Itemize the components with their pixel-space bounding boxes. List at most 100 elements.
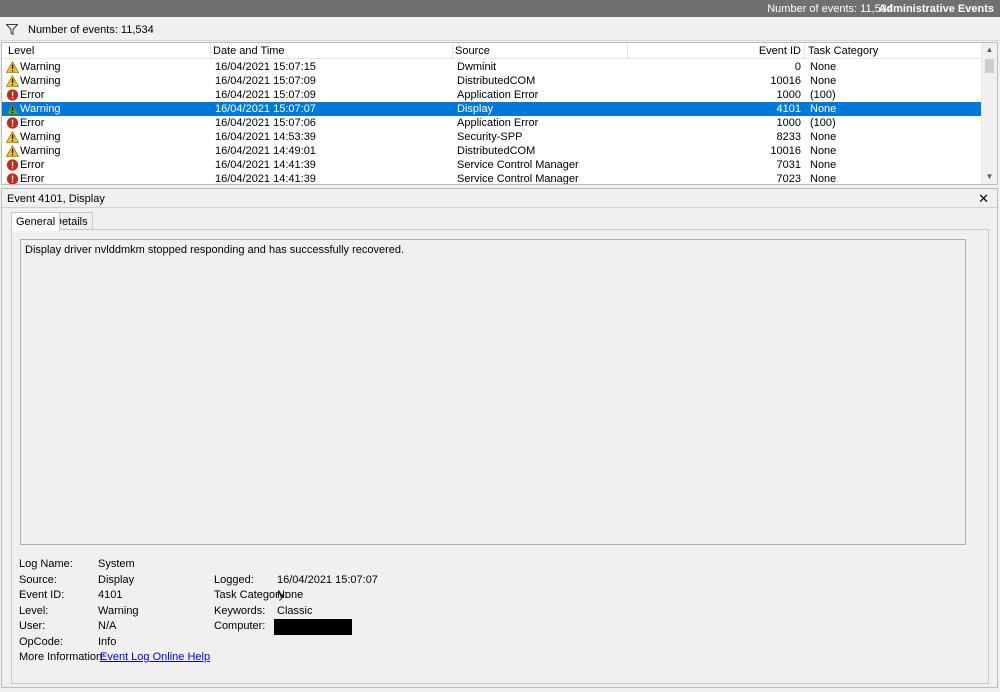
cell-level: Warning [20, 103, 61, 115]
event-detail-pane: Event 4101, Display ✕ General Details Di… [1, 188, 998, 688]
cell-task-category: (100) [810, 117, 836, 129]
table-row[interactable]: Error 16/04/2021 15:07:09 Application Erro… [2, 88, 983, 102]
column-divider[interactable] [627, 43, 628, 59]
tab-general[interactable]: General [11, 212, 61, 231]
cell-task-category: None [810, 103, 837, 115]
table-row[interactable]: Error 16/04/2021 14:41:39 Service Control … [2, 158, 983, 172]
column-divider[interactable] [210, 43, 211, 59]
cell-date: 16/04/2021 14:41:39 [215, 173, 316, 185]
table-row[interactable]: Warning 16/04/2021 14:53:39 Security-SPP 82… [2, 130, 983, 144]
redacted-computer-name [274, 619, 352, 635]
funnel-icon[interactable] [6, 24, 18, 35]
value-event-id: 4101 [98, 589, 123, 601]
cell-event-id: 0 [794, 61, 801, 73]
cell-task-category: (100) [810, 89, 836, 101]
filter-event-count: Number of events: 11,534 [28, 24, 154, 36]
cell-event-id: 10016 [770, 75, 801, 87]
scroll-thumb[interactable] [985, 59, 994, 73]
cell-source: DistributedCOM [457, 75, 536, 87]
cell-source: Service Control Manager [457, 159, 579, 171]
cell-level: Warning [20, 145, 61, 157]
table-row[interactable]: Warning 16/04/2021 15:07:09 DistributedCOM… [2, 74, 983, 88]
value-user: N/A [98, 620, 117, 632]
title-event-count: Number of events: 11,534 [767, 3, 893, 15]
value-log-name: System [98, 558, 135, 570]
events-grid[interactable]: Level Date and Time Source Event ID Task… [1, 42, 998, 185]
cell-level: Error [20, 159, 45, 171]
cell-event-id: 8233 [776, 131, 801, 143]
scroll-up-icon[interactable]: ▲ [982, 43, 997, 57]
cell-source: DistributedCOM [457, 145, 536, 157]
value-level: Warning [98, 605, 139, 617]
cell-level: Error [20, 173, 45, 185]
label-log-name: Log Name: [19, 558, 73, 570]
column-header-source[interactable]: Source [455, 45, 490, 59]
error-icon [6, 89, 19, 101]
table-row[interactable]: Warning 16/04/2021 15:07:15 Dwminit 0 None [2, 60, 983, 74]
cell-date: 16/04/2021 14:49:01 [215, 145, 316, 157]
grid-vertical-scrollbar[interactable]: ▲ ▼ [981, 43, 997, 184]
filter-bar: Number of events: 11,534 [0, 19, 1000, 41]
cell-date: 16/04/2021 14:53:39 [215, 131, 316, 143]
cell-task-category: None [810, 145, 837, 157]
cell-level: Warning [20, 75, 61, 87]
cell-task-category: None [810, 159, 837, 171]
cell-event-id: 7031 [776, 159, 801, 171]
cell-date: 16/04/2021 15:07:06 [215, 117, 316, 129]
warning-icon [6, 103, 19, 115]
column-divider[interactable] [804, 43, 805, 59]
close-icon[interactable]: ✕ [978, 191, 989, 207]
general-tab-panel: Display driver nvlddmkm stopped respondi… [11, 229, 989, 684]
cell-source: Application Error [457, 89, 539, 101]
table-row[interactable]: Error 16/04/2021 15:07:06 Application Erro… [2, 116, 983, 130]
label-more-info: More Information: [19, 651, 106, 663]
column-header-task-category[interactable]: Task Category [808, 45, 878, 59]
error-icon [6, 173, 19, 184]
cell-event-id: 4101 [776, 103, 801, 115]
cell-source: Service Control Manager [457, 173, 579, 185]
warning-icon [6, 145, 19, 157]
table-row[interactable]: Warning 16/04/2021 14:49:01 DistributedCOM… [2, 144, 983, 158]
error-icon [6, 117, 19, 129]
value-task-category: None [277, 589, 304, 601]
event-message-box[interactable]: Display driver nvlddmkm stopped respondi… [20, 239, 966, 545]
value-source: Display [98, 574, 135, 586]
detail-header: Event 4101, Display ✕ [2, 189, 997, 208]
value-opcode: Info [98, 636, 117, 648]
view-name: Administrative Events [878, 3, 994, 15]
column-header-date[interactable]: Date and Time [213, 45, 285, 59]
cell-task-category: None [810, 131, 837, 143]
table-row[interactable]: Warning 16/04/2021 15:07:07 Display 4101 Non… [2, 102, 983, 116]
cell-source: Dwminit [457, 61, 497, 73]
table-row[interactable]: Error 16/04/2021 14:41:39 Service Control … [2, 172, 983, 185]
cell-event-id: 7023 [776, 173, 801, 185]
cell-task-category: None [810, 75, 837, 87]
label-computer: Computer: [214, 620, 266, 632]
cell-source: Display [457, 103, 494, 115]
cell-task-category: None [810, 61, 837, 73]
cell-date: 16/04/2021 15:07:09 [215, 89, 316, 101]
label-keywords: Keywords: [214, 605, 266, 617]
column-header-level[interactable]: Level [8, 45, 34, 59]
cell-event-id: 1000 [776, 89, 801, 101]
cell-source: Application Error [457, 117, 539, 129]
warning-icon [6, 131, 19, 143]
cell-date: 16/04/2021 15:07:15 [215, 61, 316, 73]
value-keywords: Classic [277, 605, 313, 617]
label-level: Level: [19, 605, 49, 617]
error-icon [6, 159, 19, 171]
label-logged: Logged: [214, 574, 254, 586]
cell-level: Error [20, 117, 45, 129]
detail-title: Event 4101, Display [7, 193, 105, 205]
cell-date: 16/04/2021 15:07:09 [215, 75, 316, 87]
label-source: Source: [19, 574, 57, 586]
cell-level: Error [20, 89, 45, 101]
scroll-down-icon[interactable]: ▼ [982, 170, 997, 184]
column-header-event-id[interactable]: Event ID [759, 45, 801, 59]
cell-level: Warning [20, 131, 61, 143]
event-log-online-help-link[interactable]: Event Log Online Help [100, 651, 210, 663]
column-divider[interactable] [452, 43, 453, 59]
value-logged: 16/04/2021 15:07:07 [277, 574, 378, 586]
cell-date: 16/04/2021 15:07:07 [215, 103, 316, 115]
cell-source: Security-SPP [457, 131, 523, 143]
